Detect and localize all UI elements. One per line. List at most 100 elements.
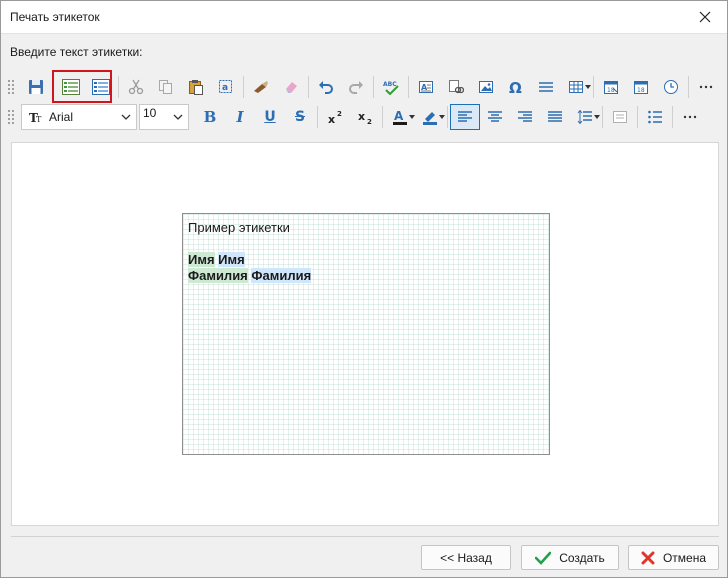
toolbar-grip[interactable] xyxy=(7,109,15,125)
insert-symbol-button[interactable]: Ω xyxy=(501,74,531,100)
font-family-select[interactable]: TT Arial xyxy=(21,104,137,130)
label-preview[interactable]: Пример этикетки Имя Имя Фамилия Фамилия xyxy=(182,213,550,455)
table-icon xyxy=(569,81,583,93)
text-box-icon: A xyxy=(419,81,433,93)
more-icon xyxy=(683,115,697,119)
italic-icon: I xyxy=(236,108,244,126)
redo-icon xyxy=(349,81,363,94)
chevron-down-icon xyxy=(121,114,131,120)
font-size-value: 10 xyxy=(143,106,157,120)
omega-icon: Ω xyxy=(509,79,522,95)
svg-text:x: x xyxy=(328,113,335,125)
surname-field-2[interactable]: Фамилия xyxy=(251,268,312,283)
svg-text:x: x xyxy=(358,110,365,123)
cancel-button[interactable]: Отмена xyxy=(628,545,719,570)
create-button[interactable]: Создать xyxy=(521,545,619,570)
more-button[interactable] xyxy=(691,74,721,100)
horizontal-line-button[interactable] xyxy=(531,74,561,100)
svg-text:Ω: Ω xyxy=(509,79,522,95)
copy-button[interactable] xyxy=(151,74,181,100)
align-right-icon xyxy=(518,111,532,122)
link-icon xyxy=(449,80,464,94)
align-right-button[interactable] xyxy=(510,104,540,130)
strikethrough-button[interactable]: S xyxy=(285,104,315,130)
align-left-icon xyxy=(458,111,472,122)
label-line-name: Имя Имя xyxy=(188,252,245,267)
image-icon xyxy=(479,81,493,93)
more-formatting-button[interactable] xyxy=(675,104,705,130)
paste-button[interactable] xyxy=(181,74,211,100)
back-button[interactable]: << Назад xyxy=(421,545,511,570)
spell-check-button[interactable]: ABC xyxy=(376,74,406,100)
bold-icon: B xyxy=(203,108,217,126)
insert-day-button[interactable]: 18 xyxy=(626,74,656,100)
more-icon xyxy=(699,85,713,89)
svg-text:18: 18 xyxy=(637,87,645,94)
font-color-button[interactable]: A xyxy=(385,104,415,130)
undo-button[interactable] xyxy=(311,74,341,100)
highlighter-icon xyxy=(423,112,437,125)
scissors-icon xyxy=(128,79,144,95)
align-justify-button[interactable] xyxy=(540,104,570,130)
toolbar-separator xyxy=(373,76,374,98)
underline-button[interactable]: U xyxy=(255,104,285,130)
toolbar-separator xyxy=(637,106,638,128)
align-justify-icon xyxy=(548,111,562,122)
horizontal-lines-icon xyxy=(539,82,553,92)
footer-divider xyxy=(11,536,719,537)
insert-text-box-button[interactable]: A xyxy=(411,74,441,100)
align-left-button[interactable] xyxy=(450,104,480,130)
superscript-button[interactable]: x2 xyxy=(320,104,350,130)
toolbar-separator xyxy=(593,76,594,98)
toolbar-separator xyxy=(602,106,603,128)
cut-button[interactable] xyxy=(121,74,151,100)
font-family-value: Arial xyxy=(49,110,74,124)
insert-table-button[interactable] xyxy=(561,74,591,100)
name-field-1[interactable]: Имя xyxy=(188,252,215,267)
svg-text:ABC: ABC xyxy=(383,81,397,88)
italic-button[interactable]: I xyxy=(225,104,255,130)
subscript-button[interactable]: x2 xyxy=(350,104,380,130)
indent-button[interactable] xyxy=(605,104,635,130)
name-field-2[interactable]: Имя xyxy=(218,252,245,267)
label-editor[interactable]: Пример этикетки Имя Имя Фамилия Фамилия xyxy=(11,142,719,526)
select-all-button[interactable]: a xyxy=(211,74,241,100)
calendar-date-icon: 18 xyxy=(604,81,618,94)
svg-text:T: T xyxy=(36,115,42,123)
insert-date-button[interactable]: 18 xyxy=(596,74,626,100)
save-button[interactable] xyxy=(21,74,51,100)
print-labels-dialog: Печать этикеток Введите текст этикетки: … xyxy=(0,0,728,578)
svg-text:a: a xyxy=(222,83,228,93)
redo-button[interactable] xyxy=(341,74,371,100)
underline-icon: U xyxy=(264,109,276,125)
insert-time-button[interactable] xyxy=(656,74,686,100)
line-spacing-button[interactable] xyxy=(570,104,600,130)
surname-field-1[interactable]: Фамилия xyxy=(188,268,248,283)
toolbar-formatting: TT Arial 10 B I U S x2 x2 A xyxy=(7,103,705,131)
toolbar-separator xyxy=(243,76,244,98)
svg-text:2: 2 xyxy=(367,118,372,125)
bullet-list-button[interactable] xyxy=(640,104,670,130)
eraser-icon xyxy=(286,82,297,93)
back-button-label: << Назад xyxy=(440,550,492,565)
insert-image-button[interactable] xyxy=(471,74,501,100)
svg-text:A: A xyxy=(394,109,404,123)
toolbar-separator xyxy=(382,106,383,128)
insert-link-button[interactable] xyxy=(441,74,471,100)
close-button[interactable] xyxy=(683,1,727,33)
indent-icon xyxy=(613,111,627,123)
subscript-icon: x2 xyxy=(358,110,372,125)
bullet-list-icon xyxy=(648,110,662,124)
align-center-button[interactable] xyxy=(480,104,510,130)
toolbar-separator xyxy=(688,76,689,98)
toolbar-standard: a ABC A Ω 18 18 xyxy=(7,73,721,101)
toolbar-separator xyxy=(672,106,673,128)
format-painter-button[interactable] xyxy=(246,74,276,100)
font-size-select[interactable]: 10 xyxy=(139,104,189,130)
highlight-box xyxy=(52,70,112,103)
toolbar-grip[interactable] xyxy=(7,79,15,95)
clear-format-button[interactable] xyxy=(276,74,306,100)
bold-button[interactable]: B xyxy=(195,104,225,130)
chevron-down-icon xyxy=(173,114,183,120)
highlight-color-button[interactable] xyxy=(415,104,445,130)
